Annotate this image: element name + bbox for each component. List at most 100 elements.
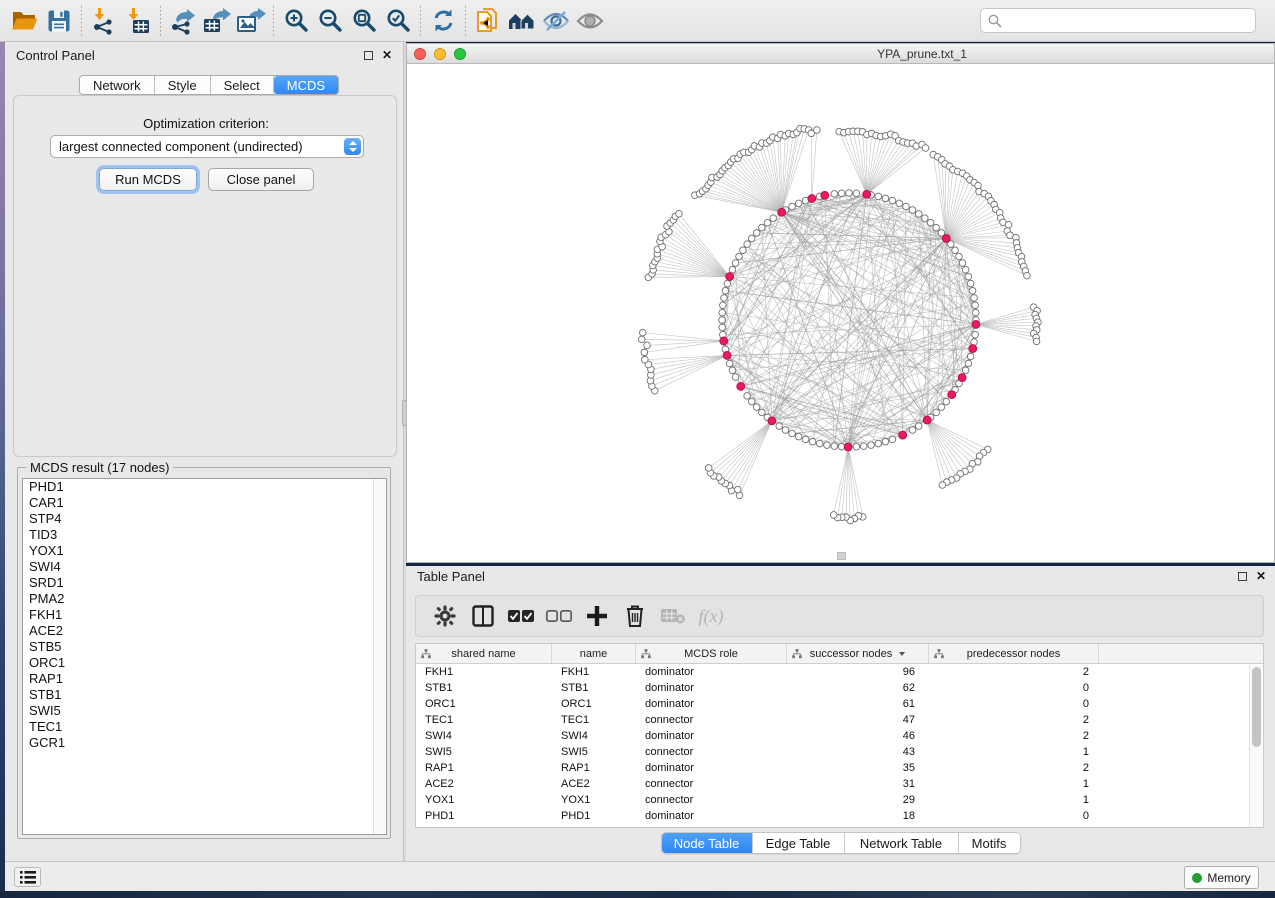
delete-table-icon[interactable] <box>654 599 692 633</box>
leaf-node[interactable] <box>676 210 683 217</box>
export-network-icon[interactable] <box>166 4 200 38</box>
leaf-node[interactable] <box>638 336 645 343</box>
table-scrollbar[interactable] <box>1249 665 1262 827</box>
column-header-MCDS-role[interactable]: MCDS role <box>636 644 787 663</box>
ring-node[interactable] <box>956 253 963 260</box>
table-panel-close-icon[interactable]: ✕ <box>1256 571 1266 581</box>
control-panel-close-icon[interactable]: ✕ <box>382 50 392 60</box>
ring-node[interactable] <box>896 200 903 207</box>
leaf-node[interactable] <box>975 182 982 189</box>
mcds-hub-node[interactable] <box>737 382 745 390</box>
ring-node[interactable] <box>721 295 728 302</box>
houses-icon[interactable] <box>505 4 539 38</box>
ring-node[interactable] <box>729 266 736 273</box>
memory-button[interactable]: Memory <box>1184 866 1259 889</box>
task-history-button[interactable] <box>14 867 41 887</box>
control-panel-float-icon[interactable] <box>364 51 373 60</box>
ring-node[interactable] <box>943 398 950 405</box>
table-row[interactable]: TEC1TEC1connector472 <box>416 712 1249 728</box>
ring-node[interactable] <box>909 427 916 434</box>
ring-node[interactable] <box>719 317 726 324</box>
mcds-hub-node[interactable] <box>972 321 980 329</box>
open-session-icon[interactable] <box>8 4 42 38</box>
leaf-node[interactable] <box>1005 221 1012 228</box>
ring-node[interactable] <box>903 203 910 210</box>
ring-node[interactable] <box>933 224 940 231</box>
ring-node[interactable] <box>753 404 760 411</box>
mcds-hub-node[interactable] <box>821 191 829 199</box>
ring-node[interactable] <box>759 224 766 231</box>
column-header-name[interactable]: name <box>552 644 636 663</box>
export-image-icon[interactable] <box>234 4 268 38</box>
mcds-hub-node[interactable] <box>726 273 734 281</box>
criterion-dropdown[interactable]: largest connected component (undirected) <box>50 135 364 158</box>
table-row[interactable]: RAP1RAP1dominator352 <box>416 760 1249 776</box>
mcds-hub-node[interactable] <box>778 208 786 216</box>
table-scrollbar-thumb[interactable] <box>1252 667 1261 747</box>
ring-node[interactable] <box>722 287 729 294</box>
mcds-hub-node[interactable] <box>723 352 731 360</box>
run-mcds-button[interactable]: Run MCDS <box>99 168 197 191</box>
select-all-icon[interactable] <box>502 599 540 633</box>
table-panel-float-icon[interactable] <box>1238 572 1247 581</box>
show-graphics-details-icon[interactable] <box>573 4 607 38</box>
mcds-hub-node[interactable] <box>899 431 907 439</box>
ring-node[interactable] <box>795 433 802 440</box>
mcds-hub-node[interactable] <box>863 190 871 198</box>
save-session-icon[interactable] <box>42 4 76 38</box>
leaf-node[interactable] <box>734 486 741 493</box>
ring-node[interactable] <box>938 404 945 411</box>
column-layout-icon[interactable] <box>464 599 502 633</box>
tab-node-table[interactable]: Node Table <box>662 833 753 853</box>
column-header-successor-nodes[interactable]: successor nodes <box>787 644 929 663</box>
close-panel-button[interactable]: Close panel <box>208 168 314 191</box>
ring-node[interactable] <box>971 295 978 302</box>
ring-node[interactable] <box>726 360 733 367</box>
add-column-icon[interactable] <box>578 599 616 633</box>
search-field[interactable] <box>980 8 1256 33</box>
leaf-node[interactable] <box>644 342 651 349</box>
minimize-traffic-light[interactable] <box>434 48 446 60</box>
leaf-node[interactable] <box>830 512 837 519</box>
ring-node[interactable] <box>969 287 976 294</box>
mcds-hub-node[interactable] <box>808 195 816 203</box>
leaf-node[interactable] <box>814 127 821 134</box>
ring-node[interactable] <box>789 430 796 437</box>
leaf-node[interactable] <box>1024 272 1031 279</box>
ring-node[interactable] <box>967 280 974 287</box>
leaf-node[interactable] <box>922 145 929 152</box>
mcds-hub-node[interactable] <box>844 443 852 451</box>
import-network-icon[interactable] <box>87 4 121 38</box>
tab-style[interactable]: Style <box>155 76 211 94</box>
ring-node[interactable] <box>770 215 777 222</box>
ring-node[interactable] <box>927 219 934 226</box>
ring-node[interactable] <box>729 367 736 374</box>
column-header-shared-name[interactable]: shared name <box>416 644 552 663</box>
tab-network[interactable]: Network <box>80 76 155 94</box>
ring-node[interactable] <box>744 241 751 248</box>
mcds-hub-node[interactable] <box>923 416 931 424</box>
network-canvas[interactable] <box>407 64 1274 562</box>
ring-node[interactable] <box>816 440 823 447</box>
leaf-node[interactable] <box>641 349 648 356</box>
ring-node[interactable] <box>846 190 853 197</box>
ring-node[interactable] <box>795 200 802 207</box>
maximize-traffic-light[interactable] <box>454 48 466 60</box>
ring-node[interactable] <box>748 235 755 242</box>
table-row[interactable]: FKH1FKH1dominator962 <box>416 664 1249 680</box>
function-builder-icon[interactable]: f(x) <box>692 599 730 633</box>
mcds-hub-node[interactable] <box>942 234 950 242</box>
search-input[interactable] <box>1003 11 1255 31</box>
ring-node[interactable] <box>882 438 889 445</box>
tab-mcds[interactable]: MCDS <box>274 76 338 94</box>
ring-node[interactable] <box>889 197 896 204</box>
mcds-hub-node[interactable] <box>768 417 776 425</box>
ring-node[interactable] <box>853 190 860 197</box>
ring-node[interactable] <box>967 353 974 360</box>
ring-node[interactable] <box>736 253 743 260</box>
ring-node[interactable] <box>889 436 896 443</box>
ring-node[interactable] <box>965 273 972 280</box>
table-row[interactable]: SWI5SWI5connector431 <box>416 744 1249 760</box>
ring-node[interactable] <box>962 266 969 273</box>
ring-node[interactable] <box>802 436 809 443</box>
